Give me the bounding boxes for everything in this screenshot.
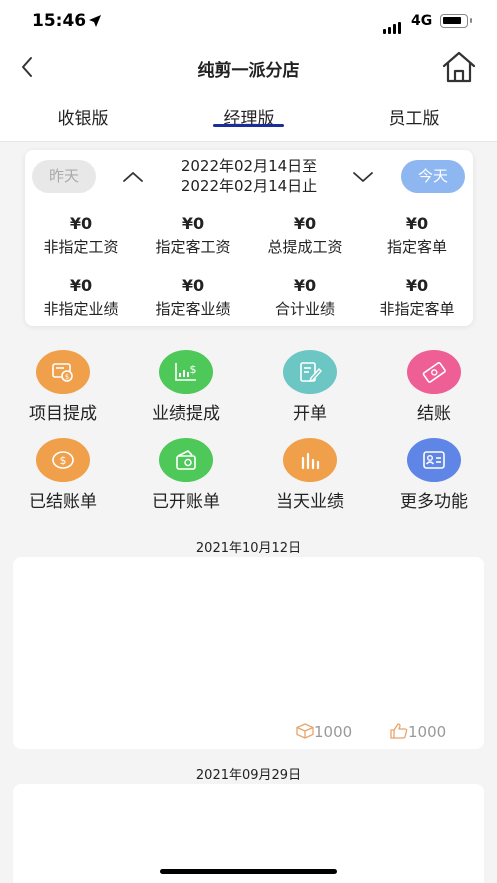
function-label: 当天业绩 (276, 492, 344, 512)
stat-value: ¥0 (69, 276, 93, 295)
battery-icon (440, 14, 472, 28)
stat-item: ¥0 合计业绩 (249, 276, 361, 319)
function-label: 结账 (417, 404, 451, 424)
stat-label: 非指定业绩 (43, 300, 119, 318)
record-card[interactable]: 1000 1000 (13, 557, 484, 749)
record-date-header: 2021年09月29日 (195, 768, 302, 783)
status-time: 15:46 (32, 11, 87, 31)
stat-value: ¥0 (181, 276, 205, 295)
network-label: 4G (411, 13, 433, 29)
records-section: 2021年10月12日 1000 1000 2021年09月29日 (0, 520, 497, 883)
active-tab-indicator (213, 124, 284, 127)
tab-cashier[interactable]: 收银版 (23, 104, 143, 129)
stat-label: 指定客工资 (155, 238, 231, 256)
stat-value: ¥0 (293, 214, 317, 233)
thumbs-up-icon (390, 723, 408, 739)
svg-text:$: $ (60, 454, 67, 467)
stat-value: ¥0 (405, 214, 429, 233)
stat-value: ¥0 (69, 214, 93, 233)
tab-staff[interactable]: 员工版 (354, 104, 474, 129)
stat-label: 非指定工资 (43, 238, 119, 256)
app-screen: 15:46 4G 纯剪一派分店 收银版 经理版 员工版 昨天 2022年02月1 (0, 0, 497, 883)
summary-card: 昨天 2022年02月14日至 2022年02月14日止 今天 ¥0 非指定工资… (25, 150, 473, 326)
stat-item: ¥0 指定客业绩 (137, 276, 249, 319)
function-settled-bills[interactable]: $ 已结账单 (3, 438, 123, 512)
stat-value: ¥0 (181, 214, 205, 233)
home-icon[interactable] (441, 50, 477, 84)
function-label: 更多功能 (400, 492, 468, 512)
opened-bills-icon (159, 438, 213, 482)
date-range-end: 2022年02月14日止 (180, 177, 318, 195)
function-label: 已结账单 (29, 492, 97, 512)
function-label: 已开账单 (152, 492, 220, 512)
stat-label: 非指定客单 (379, 300, 455, 318)
performance-commission-icon: $ (159, 350, 213, 394)
svg-text:$: $ (190, 363, 197, 376)
nav-bar: 纯剪一派分店 (0, 44, 497, 90)
stat-item: ¥0 指定客工资 (137, 214, 249, 257)
version-tabs: 收银版 经理版 员工版 (0, 90, 497, 142)
project-commission-icon: $ (36, 350, 90, 394)
chevron-down-icon[interactable] (352, 169, 374, 188)
stat-label: 合计业绩 (274, 300, 335, 318)
date-range-start: 2022年02月14日至 (180, 157, 318, 175)
today-button[interactable]: 今天 (401, 160, 465, 193)
function-label: 业绩提成 (152, 404, 220, 424)
function-daily-performance[interactable]: 当天业绩 (250, 438, 370, 512)
home-indicator (160, 869, 337, 874)
location-arrow-icon (88, 13, 102, 32)
more-functions-icon (407, 438, 461, 482)
chevron-up-icon[interactable] (122, 169, 144, 188)
stat-label: 指定客业绩 (155, 300, 231, 318)
function-more[interactable]: 更多功能 (374, 438, 494, 512)
stat-item: ¥0 非指定客单 (361, 276, 473, 319)
svg-text:$: $ (65, 373, 69, 381)
stat-item: ¥0 指定客单 (361, 214, 473, 257)
function-opened-bills[interactable]: 已开账单 (126, 438, 246, 512)
settled-bills-icon: $ (36, 438, 90, 482)
function-checkout[interactable]: 结账 (374, 350, 494, 424)
page-title: 纯剪一派分店 (197, 61, 300, 81)
box-count[interactable]: 1000 (296, 723, 352, 741)
stat-label: 总提成工资 (267, 238, 343, 256)
like-count-value: 1000 (408, 723, 447, 741)
stat-label: 指定客单 (386, 238, 447, 256)
daily-performance-icon (283, 438, 337, 482)
checkout-icon (407, 350, 461, 394)
signal-icon (383, 15, 403, 34)
box-count-value: 1000 (314, 723, 353, 741)
like-count[interactable]: 1000 (390, 723, 446, 741)
function-label: 项目提成 (29, 404, 97, 424)
function-label: 开单 (293, 404, 327, 424)
date-range: 2022年02月14日至 2022年02月14日止 (159, 156, 339, 196)
function-open-order[interactable]: 开单 (250, 350, 370, 424)
function-performance-commission[interactable]: $ 业绩提成 (126, 350, 246, 424)
status-bar: 15:46 4G (0, 0, 497, 44)
record-date-header: 2021年10月12日 (195, 541, 302, 556)
box-icon (296, 723, 314, 739)
stat-value: ¥0 (293, 276, 317, 295)
function-project-commission[interactable]: $ 项目提成 (3, 350, 123, 424)
yesterday-button[interactable]: 昨天 (32, 160, 96, 193)
stat-item: ¥0 总提成工资 (249, 214, 361, 257)
stat-value: ¥0 (405, 276, 429, 295)
stat-item: ¥0 非指定工资 (25, 214, 137, 257)
stat-item: ¥0 非指定业绩 (25, 276, 137, 319)
open-order-icon (283, 350, 337, 394)
